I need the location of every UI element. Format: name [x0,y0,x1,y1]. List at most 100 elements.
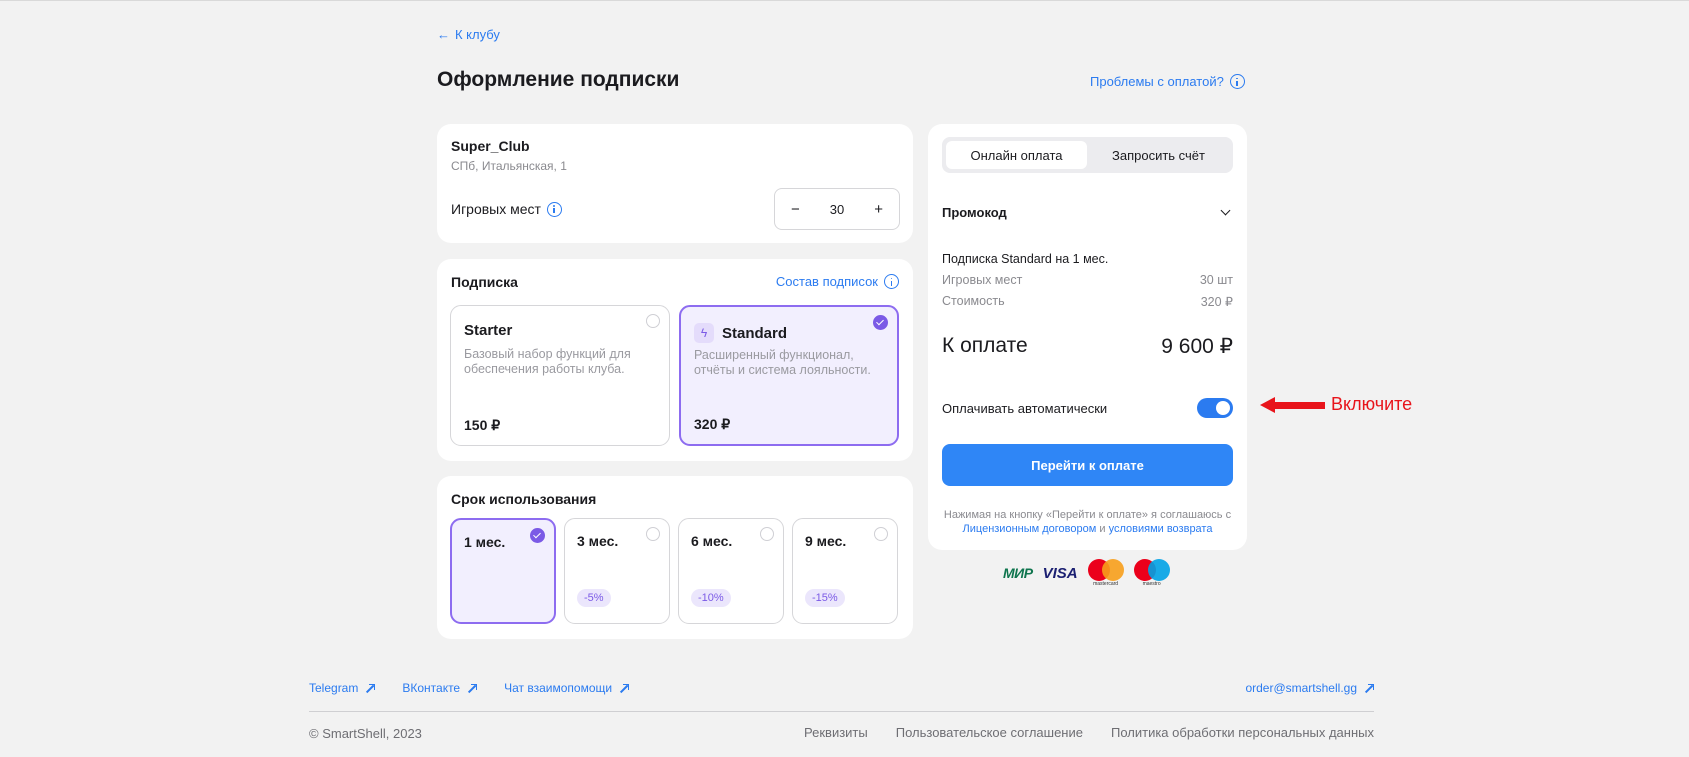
term-option-9[interactable]: 9 мес. -15% [792,518,898,624]
payment-logos: МИР VISA mastercard maestro [1003,559,1170,587]
seats-value[interactable]: 30 [830,202,844,217]
check-icon[interactable] [873,315,888,330]
plan-option-standard[interactable]: ϟ Standard Расширенный функционал, отчёт… [679,305,899,446]
footer-link-requisites[interactable]: Реквизиты [804,725,868,740]
summary-row: Стоимость 320 ₽ [942,294,1233,309]
plan-price: 150 ₽ [464,417,501,433]
radio-unchecked-icon [760,527,774,541]
plan-option-starter[interactable]: Starter Базовый набор функций для обеспе… [450,305,670,446]
plan-price: 320 ₽ [694,416,731,432]
footer-link-label: ВКонтакте [402,681,461,695]
tab-online-payment[interactable]: Онлайн оплата [946,141,1087,169]
info-icon[interactable] [546,201,562,217]
external-link-icon [467,683,478,693]
term-card: Срок использования 1 мес. 3 мес. -5% 6 м… [437,476,913,639]
summary-row-value: 320 ₽ [1200,295,1233,309]
top-divider [0,0,1689,1]
club-address: СПб, Итальянская, 1 [451,159,567,173]
payment-tabs: Онлайн оплата Запросить счёт [942,137,1233,173]
page-title: Оформление подписки [437,68,680,91]
auto-pay-toggle[interactable] [1197,398,1233,418]
annotation-arrow-icon [1260,397,1325,413]
increment-button[interactable]: + [874,201,883,218]
footer-link-vk[interactable]: ВКонтакте [402,681,478,695]
back-link[interactable]: ← К клубу [437,27,500,42]
seats-label: Игровых мест [451,201,562,217]
external-link-icon [365,683,376,693]
check-icon [530,528,545,543]
term-label: 6 мес. [691,533,733,549]
mastercard-label: mastercard [1093,581,1119,587]
summary-title: Подписка Standard на 1 мес. [942,252,1109,266]
footer-link-telegram[interactable]: Telegram [309,681,376,695]
payment-problems-label: Проблемы с оплатой? [1090,74,1224,89]
radio-unchecked-icon [646,527,660,541]
footer-link-user-agreement[interactable]: Пользовательское соглашение [896,725,1083,740]
plan-name-text: Standard [722,324,788,342]
maestro-logo: maestro [1133,559,1170,587]
mastercard-logo: mastercard [1087,559,1124,587]
club-name: Super_Club [451,138,530,154]
footer-email-label: order@smartshell.gg [1245,681,1357,695]
payment-problems-link[interactable]: Проблемы с оплатой? [1090,74,1245,89]
annotation-text: Включите [1331,394,1413,414]
tab-request-invoice[interactable]: Запросить счёт [1088,141,1229,169]
subscription-card: Подписка Состав подписок Starter Базовый… [437,259,913,461]
summary-row-value: 30 шт [1199,273,1233,287]
footer-divider [309,711,1374,712]
club-card: Super_Club СПб, Итальянская, 1 Игровых м… [437,124,913,243]
total-value: 9 600 ₽ [1161,335,1233,358]
plan-description: Базовый набор функций для обеспечения ра… [464,347,631,376]
plan-name: ϟ Standard [694,323,787,343]
radio-unchecked-icon [874,527,888,541]
total-label: К оплате [942,334,1028,357]
legal-text: Нажимая на кнопку «Перейти к оплате» я с… [943,509,1232,521]
external-link-icon [619,683,630,693]
summary-row: Игровых мест 30 шт [942,273,1233,287]
footer-social-links: Telegram ВКонтакте Чат взаимопомощи [309,681,630,695]
chevron-down-icon[interactable] [1220,205,1231,216]
auto-pay-label: Оплачивать автоматически [942,401,1108,416]
term-option-1[interactable]: 1 мес. [450,518,556,624]
subscription-composition-label: Состав подписок [775,274,878,289]
legal-notice: Нажимая на кнопку «Перейти к оплате» я с… [942,508,1233,536]
payment-card: Онлайн оплата Запросить счёт Промокод По… [928,124,1247,550]
discount-badge: -10% [691,589,731,607]
info-icon [884,274,899,289]
term-title: Срок использования [451,491,597,507]
seats-stepper: − 30 + [774,188,900,230]
external-link-icon [1364,683,1374,693]
plan-description: Расширенный функционал, отчёты и система… [694,348,871,377]
summary-row-label: Игровых мест [942,273,1023,287]
license-agreement-link[interactable]: Лицензионным договором [963,523,1097,535]
footer-link-help-chat[interactable]: Чат взаимопомощи [504,681,630,695]
promo-code-toggle[interactable]: Промокод [942,205,1007,220]
summary-row-label: Стоимость [942,294,1005,308]
term-option-3[interactable]: 3 мес. -5% [564,518,670,624]
lightning-icon: ϟ [694,323,714,343]
radio-unchecked-icon[interactable] [646,314,660,328]
footer-link-privacy-policy[interactable]: Политика обработки персональных данных [1111,725,1374,740]
arrow-left-icon: ← [437,27,450,42]
back-link-label: К клубу [455,27,500,42]
visa-logo: VISA [1042,564,1078,582]
footer-link-label: Чат взаимопомощи [504,681,613,695]
copyright: © SmartShell, 2023 [309,726,422,741]
decrement-button[interactable]: − [791,201,800,218]
discount-badge: -15% [805,589,845,607]
term-label: 3 мес. [577,533,619,549]
seats-label-text: Игровых мест [451,201,541,217]
term-label: 9 мес. [805,533,847,549]
term-label: 1 мес. [464,534,506,550]
subscription-composition-link[interactable]: Состав подписок [776,274,899,289]
plan-name: Starter [464,322,513,339]
refund-terms-link[interactable]: условиями возврата [1109,523,1213,535]
maestro-label: maestro [1142,581,1161,587]
subscription-title: Подписка [451,274,518,290]
footer-email-link[interactable]: order@smartshell.gg [1245,681,1374,695]
info-icon [1229,74,1245,89]
proceed-to-payment-button[interactable]: Перейти к оплате [942,444,1233,486]
discount-badge: -5% [577,589,611,607]
term-option-6[interactable]: 6 мес. -10% [678,518,784,624]
footer-legal-links: Реквизиты Пользовательское соглашение По… [804,725,1374,740]
